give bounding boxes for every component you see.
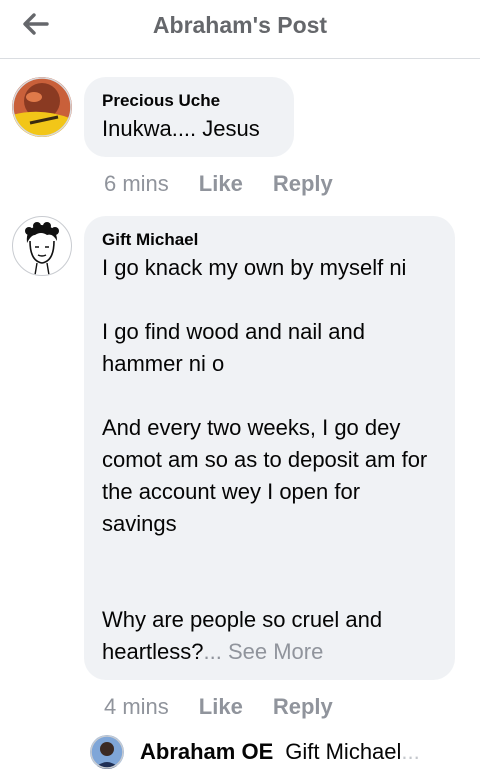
comment-author[interactable]: Precious Uche <box>102 91 276 111</box>
avatar[interactable] <box>12 216 72 276</box>
comment-text: I go knack my own by myself ni I go find… <box>102 252 437 668</box>
like-button[interactable]: Like <box>199 171 243 197</box>
profile-photo-icon <box>12 77 72 137</box>
comment-bubble[interactable]: Precious Uche Inukwa.... Jesus <box>84 77 294 157</box>
reply-preview[interactable]: Abraham OE Gift Michael... <box>90 732 470 772</box>
comment-author[interactable]: Gift Michael <box>102 230 437 250</box>
reply-button[interactable]: Reply <box>273 171 333 197</box>
like-button[interactable]: Like <box>199 694 243 720</box>
comment-time: 6 mins <box>104 171 169 196</box>
comment-time: 4 mins <box>104 694 169 719</box>
reply-text: Gift Michael... <box>285 739 420 765</box>
reply-button[interactable]: Reply <box>273 694 333 720</box>
reply-ellipsis: ... <box>401 739 420 764</box>
cartoon-avatar-icon <box>25 222 59 275</box>
reply-mention: Gift Michael <box>285 739 402 764</box>
comment-meta: 4 mins Like Reply <box>104 694 333 720</box>
comment-bubble[interactable]: Gift Michael I go knack my own by myself… <box>84 216 455 680</box>
page-title: Abraham's Post <box>152 12 328 38</box>
see-more-link[interactable]: ... See More <box>204 639 324 664</box>
comment-body: I go knack my own by myself ni I go find… <box>102 255 428 664</box>
comment-text: Inukwa.... Jesus <box>102 116 260 141</box>
avatar[interactable] <box>12 77 72 137</box>
reply-author[interactable]: Abraham OE <box>140 739 273 765</box>
header-bar: Abraham's Post <box>0 0 480 59</box>
comment-meta: 6 mins Like Reply <box>104 171 333 197</box>
